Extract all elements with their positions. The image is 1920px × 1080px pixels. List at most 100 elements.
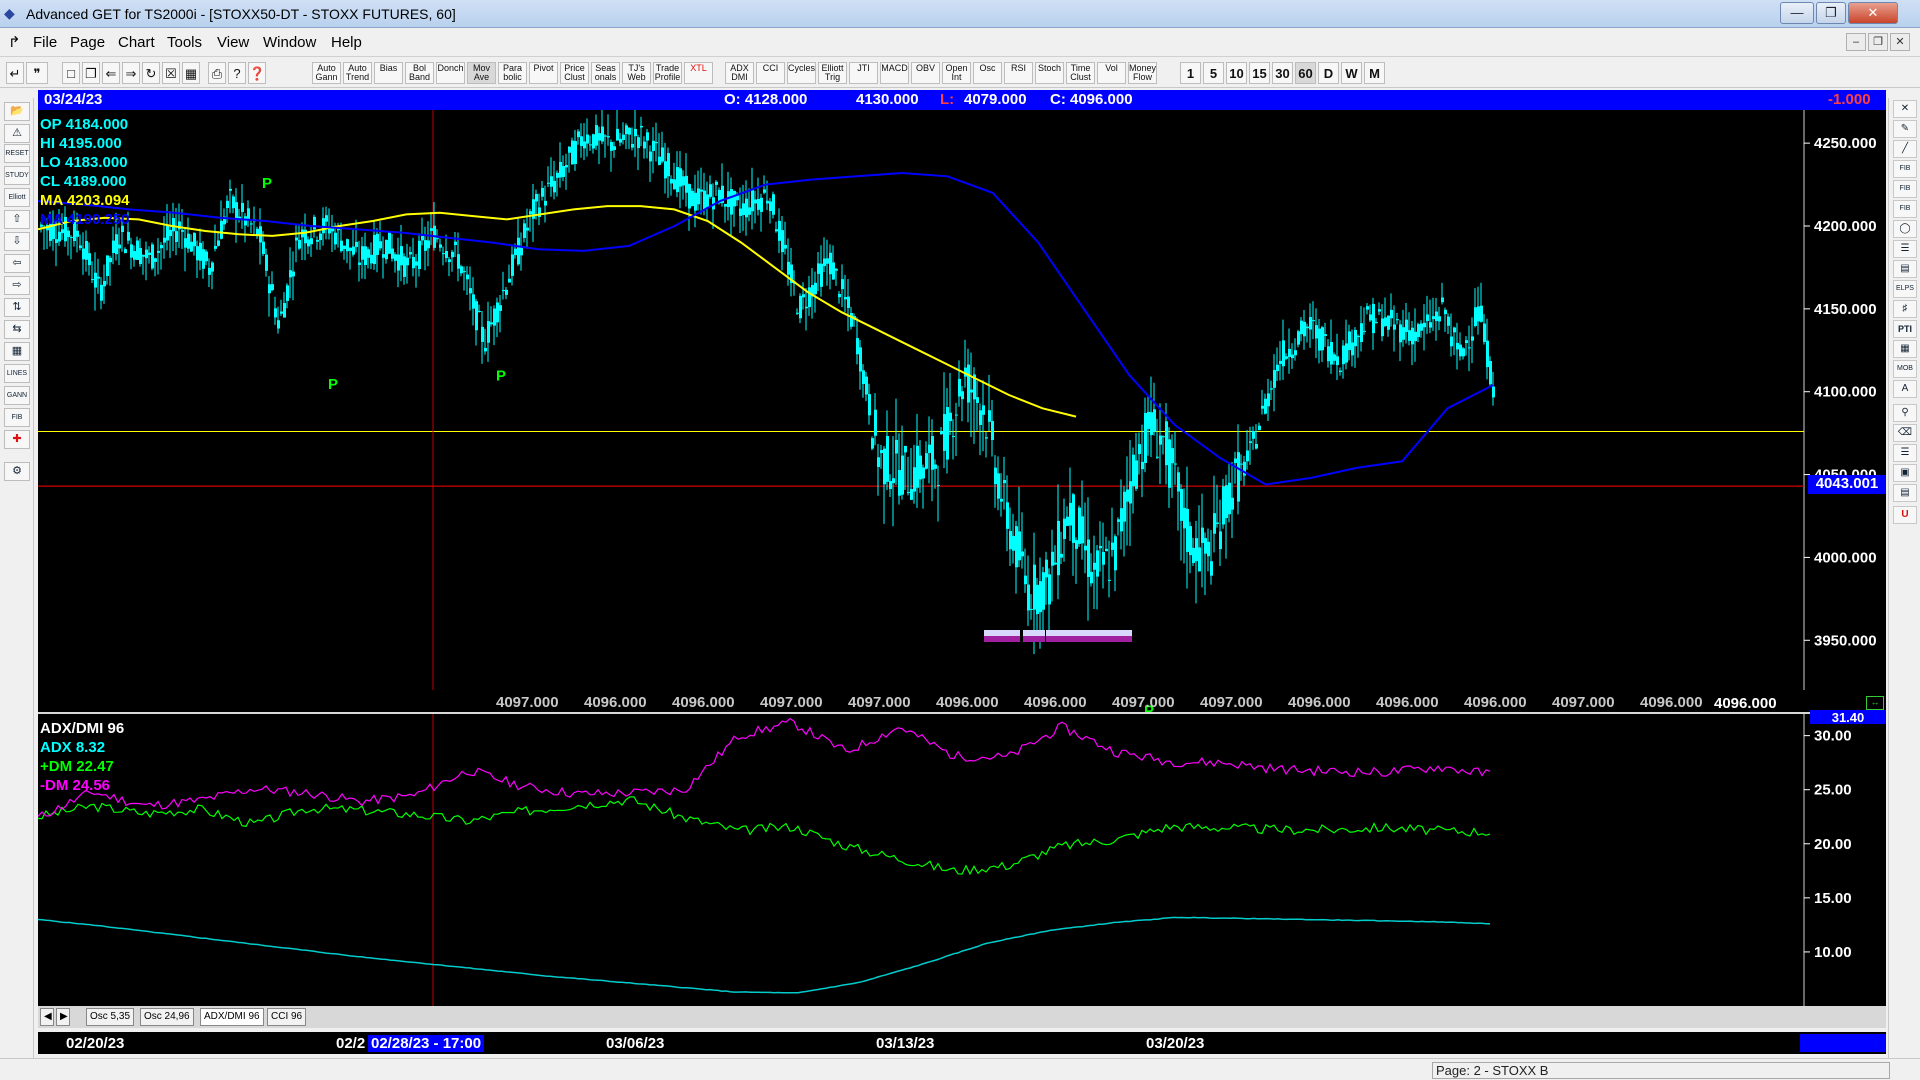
price-chart-canvas[interactable]: 3950.0004000.0004050.0004100.0004150.000… [37, 104, 1886, 719]
timeframe-button[interactable]: 60 [1295, 62, 1316, 84]
line-tool-icon[interactable]: ╱ [1893, 140, 1917, 158]
tab-scroll-right[interactable]: ▶ [56, 1008, 70, 1026]
fib-ret-icon[interactable]: FIB RET [1893, 160, 1917, 188]
export-icon[interactable]: ▣ [1893, 464, 1917, 482]
maximize-button[interactable]: ❐ [1816, 2, 1846, 24]
study-button[interactable]: ADX DMI [725, 62, 754, 84]
indicator-canvas[interactable]: 10.00 15.00 20.00 25.00 30.00 [37, 714, 1886, 1006]
mob-icon[interactable]: MOB [1893, 360, 1917, 378]
menu-help[interactable]: Help [331, 34, 362, 51]
forward-icon[interactable]: ⇒ [122, 62, 140, 84]
arrow-right-icon[interactable]: ⇨ [4, 276, 30, 295]
minimize-button[interactable]: — [1780, 2, 1814, 24]
timeframe-button[interactable]: W [1341, 62, 1362, 84]
copy-icon[interactable]: ❐ [82, 62, 100, 84]
study-button[interactable]: Pivot [529, 62, 558, 84]
study-button[interactable]: JTI [849, 62, 878, 84]
mdi-close-button[interactable]: ✕ [1890, 33, 1910, 51]
channel-tool-icon[interactable]: ▤ [1893, 260, 1917, 278]
mdi-restore-button[interactable]: ❐ [1868, 33, 1888, 51]
price-chart[interactable]: 3950.0004000.0004050.0004100.0004150.000… [37, 104, 1886, 719]
context-help-icon[interactable]: ❓ [248, 62, 266, 84]
arrow-left-icon[interactable]: ⇦ [4, 254, 30, 273]
lines-icon[interactable]: LINES [4, 364, 30, 383]
notes-icon[interactable]: ▤ [1893, 484, 1917, 502]
menu-chart[interactable]: Chart [118, 34, 155, 51]
study-button[interactable]: Time Clust [1066, 62, 1095, 84]
study-button[interactable]: Donch [436, 62, 465, 84]
ellipse-tool-icon[interactable]: ELPS [1893, 280, 1917, 298]
study-icon[interactable]: STUDY [4, 166, 30, 185]
fib-icon[interactable]: FIB [4, 408, 30, 427]
menu-file[interactable]: File [33, 34, 57, 51]
settings-icon[interactable]: ⚙ [4, 462, 30, 481]
gann-icon[interactable]: GANN [4, 386, 30, 405]
text-tool-icon[interactable]: A [1893, 380, 1917, 398]
study-button[interactable]: Stoch [1035, 62, 1064, 84]
crosshair-icon[interactable]: ✚ [4, 430, 30, 449]
menu-tools[interactable]: Tools [167, 34, 202, 51]
menu-window[interactable]: Window [263, 34, 316, 51]
study-button[interactable]: TJ's Web [622, 62, 651, 84]
study-button[interactable]: Seas onals [591, 62, 620, 84]
study-button[interactable]: Price Clust [560, 62, 589, 84]
date-scroll-thumb[interactable] [1800, 1034, 1886, 1052]
expand-icon[interactable]: ⇆ [4, 320, 30, 339]
eraser-icon[interactable]: ⌫ [1893, 424, 1917, 442]
study-button[interactable]: Auto Trend [343, 62, 372, 84]
timeframe-button[interactable]: 15 [1249, 62, 1270, 84]
fan-tool-icon[interactable]: ☰ [1893, 240, 1917, 258]
study-button[interactable]: Bias [374, 62, 403, 84]
cursor-icon[interactable]: ↵ [6, 62, 24, 84]
print-icon[interactable]: ⎙ [208, 62, 226, 84]
tab-osc-24-96[interactable]: Osc 24,96 [140, 1008, 194, 1026]
fib-time-icon[interactable]: FIB TIME [1893, 200, 1917, 228]
undo-icon[interactable]: U [1893, 506, 1917, 524]
help-icon[interactable]: ? [228, 62, 246, 84]
study-button[interactable]: XTL [684, 62, 713, 84]
list-tool-icon[interactable]: ☰ [1893, 444, 1917, 462]
open-icon[interactable]: 📂 [4, 102, 30, 121]
delete-icon[interactable]: ☒ [162, 62, 180, 84]
menu-view[interactable]: View [217, 34, 249, 51]
timeframe-button[interactable]: M [1364, 62, 1385, 84]
elliott-icon[interactable]: Elliott [4, 188, 30, 207]
study-button[interactable]: Elliott Trig [818, 62, 847, 84]
tab-osc-5-35[interactable]: Osc 5,35 [86, 1008, 135, 1026]
pitchfork-icon[interactable]: ♯ [1893, 300, 1917, 318]
compress-icon[interactable]: ⇅ [4, 298, 30, 317]
study-button[interactable]: CCI [756, 62, 785, 84]
quote-icon[interactable]: ❞ [26, 62, 48, 84]
timeframe-button[interactable]: 10 [1226, 62, 1247, 84]
indicator-pane[interactable]: 10.00 15.00 20.00 25.00 30.00 ADX/DMI 96 ADX… [37, 710, 1886, 1006]
study-button[interactable]: Bol Band [405, 62, 434, 84]
grid-icon[interactable]: ▦ [182, 62, 200, 84]
study-button[interactable]: Para bolic [498, 62, 527, 84]
menu-page[interactable]: Page [70, 34, 105, 51]
study-button[interactable]: Cycles [787, 62, 816, 84]
circle-tool-icon[interactable]: ◯ [1893, 220, 1917, 238]
table-icon[interactable]: ▦ [4, 342, 30, 361]
tab-adx-dmi-96[interactable]: ADX/DMI 96 [200, 1008, 264, 1026]
timeframe-button[interactable]: 30 [1272, 62, 1293, 84]
reset-icon[interactable]: RESET [4, 144, 30, 163]
grid-tool-icon[interactable]: ▦ [1893, 340, 1917, 358]
study-button[interactable]: RSI [1004, 62, 1033, 84]
cross-tool-icon[interactable]: ✕ [1893, 100, 1917, 118]
document-icon[interactable]: ↱ [8, 33, 21, 51]
study-button[interactable]: Vol [1097, 62, 1126, 84]
close-button[interactable]: ✕ [1848, 2, 1898, 24]
tab-cci-96[interactable]: CCI 96 [267, 1008, 307, 1026]
pti-icon[interactable]: PTI [1893, 320, 1917, 338]
arrow-up-icon[interactable]: ⇧ [4, 210, 30, 229]
timeframe-button[interactable]: 1 [1180, 62, 1201, 84]
mdi-minimize-button[interactable]: – [1846, 33, 1866, 51]
study-button[interactable]: Mov Ave [467, 62, 496, 84]
scroll-corner-icon[interactable]: ↔ [1866, 696, 1884, 710]
timeframe-button[interactable]: D [1318, 62, 1339, 84]
chart-type-icon[interactable]: ⚠ [4, 124, 30, 143]
study-button[interactable]: MACD [880, 62, 909, 84]
new-page-icon[interactable]: □ [62, 62, 80, 84]
study-button[interactable]: Auto Gann [312, 62, 341, 84]
arrow-down-icon[interactable]: ⇩ [4, 232, 30, 251]
